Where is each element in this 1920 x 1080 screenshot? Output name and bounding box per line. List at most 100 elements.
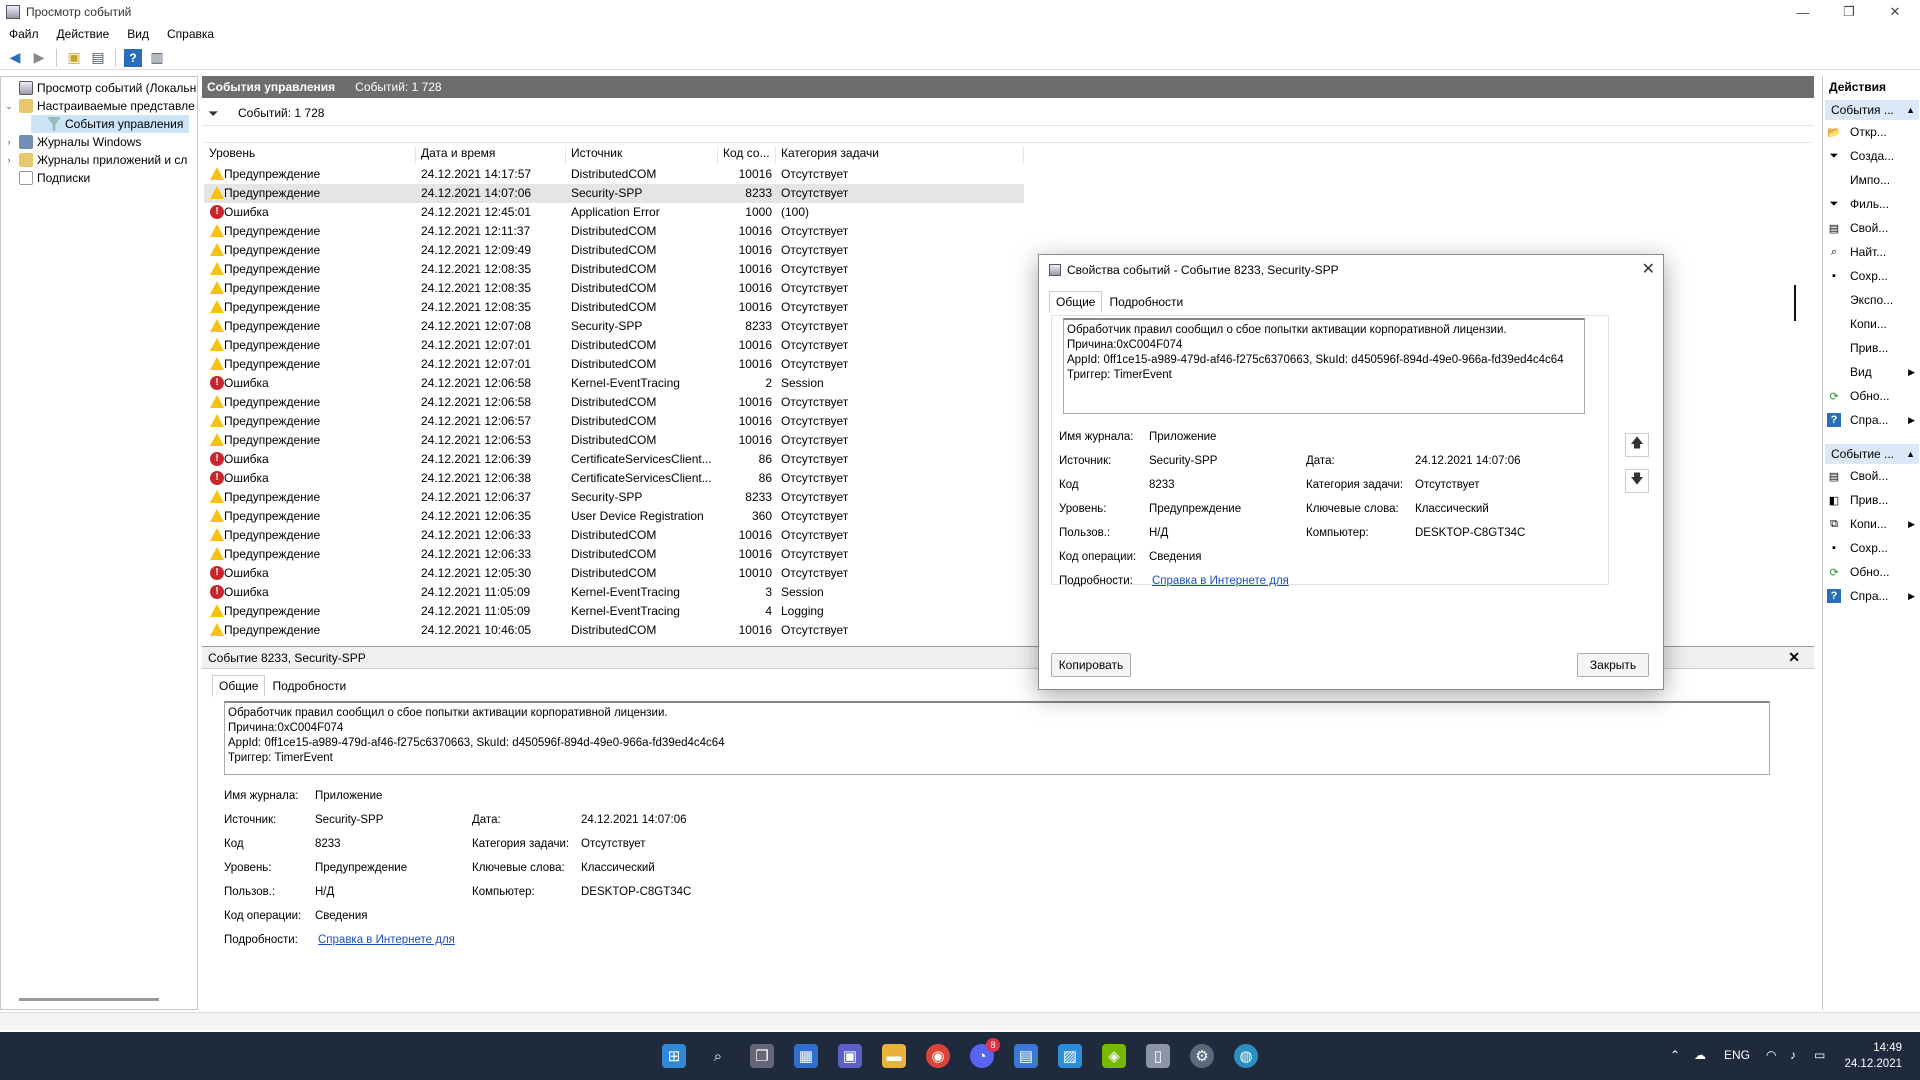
table-row[interactable]: ! Ошибка 24.12.2021 12:06:58 Kernel-EventTr… bbox=[204, 374, 1024, 393]
column-header-source[interactable]: Источник bbox=[566, 146, 718, 164]
search-icon[interactable]: ⌕ bbox=[706, 1044, 730, 1068]
show-hide-tree-icon[interactable]: ▤ bbox=[89, 49, 107, 67]
actions-section-events[interactable]: События ... ▲ bbox=[1825, 100, 1919, 120]
table-row[interactable]: Предупреждение 24.12.2021 12:06:57 Distrib… bbox=[204, 412, 1024, 431]
vertical-scrollbar[interactable] bbox=[1794, 285, 1796, 321]
chevron-down-icon[interactable]: ⌄ bbox=[3, 101, 15, 112]
wifi-icon[interactable]: ◠ bbox=[1766, 1048, 1776, 1062]
action-item[interactable]: Копи... bbox=[1827, 314, 1919, 334]
collapse-icon[interactable]: ▲ bbox=[1906, 105, 1915, 115]
file-explorer-icon[interactable]: ▬ bbox=[882, 1044, 906, 1068]
chevron-up-icon[interactable]: ⌃ bbox=[1670, 1048, 1680, 1062]
windows-start-icon[interactable]: ⊞ bbox=[662, 1044, 686, 1068]
action-item[interactable]: Вид ▶ bbox=[1827, 362, 1919, 382]
online-help-link[interactable]: Справка в Интернете для bbox=[1152, 575, 1289, 587]
table-row[interactable]: Предупреждение 24.12.2021 12:08:35 Distrib… bbox=[204, 298, 1024, 317]
column-header-level[interactable]: Уровень bbox=[204, 146, 416, 164]
table-row[interactable]: Предупреждение 24.12.2021 12:06:58 Distrib… bbox=[204, 393, 1024, 412]
table-row[interactable]: Предупреждение 24.12.2021 12:08:35 Distrib… bbox=[204, 279, 1024, 298]
online-help-link[interactable]: Справка в Интернете для bbox=[318, 934, 455, 946]
menu-help[interactable]: Справка bbox=[158, 27, 223, 41]
table-row[interactable]: ! Ошибка 24.12.2021 12:05:30 DistributedCOM… bbox=[204, 564, 1024, 583]
table-row[interactable]: Предупреждение 24.12.2021 12:07:01 Distrib… bbox=[204, 355, 1024, 374]
table-row[interactable]: ! Ошибка 24.12.2021 12:06:39 CertificateSer… bbox=[204, 450, 1024, 469]
table-row[interactable]: Предупреждение 24.12.2021 12:07:01 Distrib… bbox=[204, 336, 1024, 355]
nvidia-icon[interactable]: ◈ bbox=[1102, 1044, 1126, 1068]
close-icon[interactable]: ✕ bbox=[1642, 259, 1655, 279]
action-item[interactable]: ▤ Свой... bbox=[1827, 218, 1919, 238]
action-item[interactable]: ⟳ Обно... bbox=[1827, 562, 1919, 582]
close-button[interactable]: Закрыть bbox=[1577, 653, 1649, 677]
previous-event-arrow-icon[interactable]: 🡅 bbox=[1625, 433, 1649, 457]
folder-up-icon[interactable]: ▣ bbox=[65, 49, 83, 67]
tree-node-root[interactable]: Просмотр событий (Локальны bbox=[3, 79, 197, 97]
minimize-button[interactable]: — bbox=[1780, 0, 1826, 24]
menu-view[interactable]: Вид bbox=[118, 27, 158, 41]
tab-details[interactable]: Подробности bbox=[1102, 291, 1190, 313]
table-row[interactable]: Предупреждение 24.12.2021 12:06:35 User De… bbox=[204, 507, 1024, 526]
battery-icon[interactable]: ▭ bbox=[1814, 1048, 1825, 1062]
action-item[interactable]: ▤ Свой... bbox=[1827, 466, 1919, 486]
store-icon[interactable]: ▤ bbox=[1014, 1044, 1038, 1068]
tree-node-subscriptions[interactable]: Подписки bbox=[3, 169, 90, 187]
action-item[interactable]: Прив... bbox=[1827, 338, 1919, 358]
network-globe-icon[interactable]: ◍ bbox=[1234, 1044, 1258, 1068]
action-item[interactable]: ⟳ Обно... bbox=[1827, 386, 1919, 406]
column-header-event-id[interactable]: Код со... bbox=[718, 146, 776, 164]
collapse-icon[interactable]: ▲ bbox=[1906, 449, 1915, 459]
language-indicator[interactable]: ENG bbox=[1724, 1048, 1750, 1062]
actions-section-event[interactable]: Событие ... ▲ bbox=[1825, 444, 1919, 464]
show-hide-action-pane-icon[interactable]: ▥ bbox=[148, 49, 166, 67]
table-row[interactable]: ! Ошибка 24.12.2021 12:06:38 CertificateSer… bbox=[204, 469, 1024, 488]
table-row[interactable]: Предупреждение 24.12.2021 14:07:06 Securit… bbox=[204, 184, 1024, 203]
tree-node-admin-events[interactable]: События управления bbox=[31, 115, 190, 133]
menu-file[interactable]: Файл bbox=[0, 27, 48, 41]
column-header-task-category[interactable]: Категория задачи bbox=[776, 146, 1024, 164]
action-item[interactable]: ⌕ Найт... bbox=[1827, 242, 1919, 262]
table-row[interactable]: Предупреждение 24.12.2021 12:06:33 Distrib… bbox=[204, 545, 1024, 564]
photos-icon[interactable]: ▨ bbox=[1058, 1044, 1082, 1068]
table-row[interactable]: ! Ошибка 24.12.2021 11:05:09 Kernel-EventTr… bbox=[204, 583, 1024, 602]
tree-node-windows-logs[interactable]: › Журналы Windows bbox=[3, 133, 141, 151]
action-item[interactable]: ? Спра... ▶ bbox=[1827, 586, 1919, 606]
chat-icon[interactable]: ▣ bbox=[838, 1044, 862, 1068]
table-row[interactable]: Предупреждение 24.12.2021 12:11:37 Distrib… bbox=[204, 222, 1024, 241]
chevron-right-icon[interactable]: › bbox=[3, 155, 15, 165]
copy-button[interactable]: Копировать bbox=[1051, 653, 1131, 677]
action-item[interactable]: ? Спра... ▶ bbox=[1827, 410, 1919, 430]
action-item[interactable]: ⧉ Копи... ▶ bbox=[1827, 514, 1919, 534]
tree-node-app-logs[interactable]: › Журналы приложений и сл bbox=[3, 151, 187, 169]
tab-general[interactable]: Общие bbox=[1049, 291, 1103, 313]
action-item[interactable]: ⏷ Созда... bbox=[1827, 146, 1919, 166]
table-row[interactable]: Предупреждение 24.12.2021 12:07:08 Securit… bbox=[204, 317, 1024, 336]
tree-node-custom-views[interactable]: ⌄ Настраиваемые представле bbox=[3, 97, 195, 115]
widgets-icon[interactable]: ▦ bbox=[794, 1044, 818, 1068]
horizontal-scrollbar[interactable] bbox=[19, 998, 159, 1001]
column-header-datetime[interactable]: Дата и время bbox=[416, 146, 566, 164]
help-icon[interactable]: ? bbox=[124, 48, 142, 67]
action-item[interactable]: ◧ Прив... bbox=[1827, 490, 1919, 510]
chrome-icon[interactable]: ◉ bbox=[926, 1044, 950, 1068]
restore-button[interactable]: ❐ bbox=[1826, 0, 1872, 24]
action-item[interactable]: 📂 Откр... bbox=[1827, 122, 1919, 142]
menu-action[interactable]: Действие bbox=[48, 27, 119, 41]
table-row[interactable]: Предупреждение 24.12.2021 11:05:09 Kernel-… bbox=[204, 602, 1024, 621]
back-arrow-icon[interactable]: ◀ bbox=[6, 49, 24, 67]
onedrive-cloud-icon[interactable]: ☁ bbox=[1694, 1048, 1706, 1062]
table-row[interactable]: Предупреждение 24.12.2021 12:06:33 Distrib… bbox=[204, 526, 1024, 545]
event-viewer-taskbar-icon[interactable]: ▯ bbox=[1146, 1044, 1170, 1068]
action-item[interactable]: ▪ Сохр... bbox=[1827, 538, 1919, 558]
action-item[interactable]: Экспо... bbox=[1827, 290, 1919, 310]
table-row[interactable]: Предупреждение 24.12.2021 10:46:05 Distrib… bbox=[204, 621, 1024, 638]
clock[interactable]: 14:49 24.12.2021 bbox=[1844, 1040, 1902, 1072]
chevron-right-icon[interactable]: › bbox=[3, 137, 15, 147]
tab-details[interactable]: Подробности bbox=[265, 675, 353, 697]
action-item[interactable]: ▪ Сохр... bbox=[1827, 266, 1919, 286]
table-row[interactable]: Предупреждение 24.12.2021 14:17:57 Distrib… bbox=[204, 165, 1024, 184]
action-item[interactable]: Импо... bbox=[1827, 170, 1919, 190]
volume-icon[interactable]: ♪ bbox=[1790, 1048, 1796, 1062]
task-view-icon[interactable]: ❐ bbox=[750, 1044, 774, 1068]
next-event-arrow-icon[interactable]: 🡇 bbox=[1625, 469, 1649, 493]
table-row[interactable]: Предупреждение 24.12.2021 12:09:49 Distrib… bbox=[204, 241, 1024, 260]
tab-general[interactable]: Общие bbox=[212, 675, 266, 697]
